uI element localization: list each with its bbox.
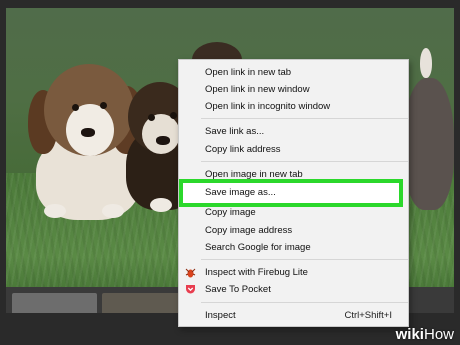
menu-item-open-link-new-window[interactable]: Open link in new window <box>179 81 408 98</box>
menu-separator <box>201 161 408 162</box>
menu-item-copy-image[interactable]: Copy image <box>179 204 408 221</box>
logo-how-text: How <box>423 326 454 343</box>
menu-item-save-to-pocket[interactable]: Save To Pocket <box>179 281 408 298</box>
menu-item-save-link-as[interactable]: Save link as... <box>179 123 408 140</box>
menu-item-label: Open link in new tab <box>205 67 292 78</box>
menu-item-firebug-lite[interactable]: Inspect with Firebug Lite <box>179 264 408 281</box>
menu-item-label: Copy link address <box>205 144 281 155</box>
menu-item-label: Inspect with Firebug Lite <box>205 267 308 278</box>
menu-item-copy-link-address[interactable]: Copy link address <box>179 141 408 158</box>
menu-item-inspect[interactable]: Inspect Ctrl+Shift+I <box>179 307 408 324</box>
wikihow-logo: wikiHow <box>396 326 454 343</box>
logo-wiki-text: wiki <box>395 326 424 343</box>
menu-separator <box>201 118 408 119</box>
pocket-icon <box>186 285 195 294</box>
menu-item-open-link-new-tab[interactable]: Open link in new tab <box>179 64 408 81</box>
menu-item-copy-image-address[interactable]: Copy image address <box>179 222 408 239</box>
context-menu: Open link in new tab Open link in new wi… <box>178 59 409 327</box>
menu-item-label: Open link in incognito window <box>205 101 331 112</box>
menu-item-label: Save To Pocket <box>205 284 271 295</box>
menu-separator <box>201 259 408 260</box>
menu-item-label: Open link in new window <box>205 84 310 95</box>
menu-item-label: Search Google for image <box>205 242 311 253</box>
menu-item-label: Copy image <box>205 207 256 218</box>
menu-item-search-google-image[interactable]: Search Google for image <box>179 239 408 256</box>
menu-item-save-image-as[interactable]: Save image as... <box>179 184 408 201</box>
menu-item-label: Copy image address <box>205 225 293 236</box>
menu-item-open-link-incognito[interactable]: Open link in incognito window <box>179 98 408 115</box>
menu-item-label: Inspect <box>205 310 236 321</box>
firebug-icon <box>185 268 196 278</box>
menu-item-label: Save link as... <box>205 126 265 137</box>
menu-item-shortcut: Ctrl+Shift+I <box>344 310 392 321</box>
menu-separator <box>201 302 408 303</box>
menu-item-label: Save image as... <box>205 187 276 198</box>
